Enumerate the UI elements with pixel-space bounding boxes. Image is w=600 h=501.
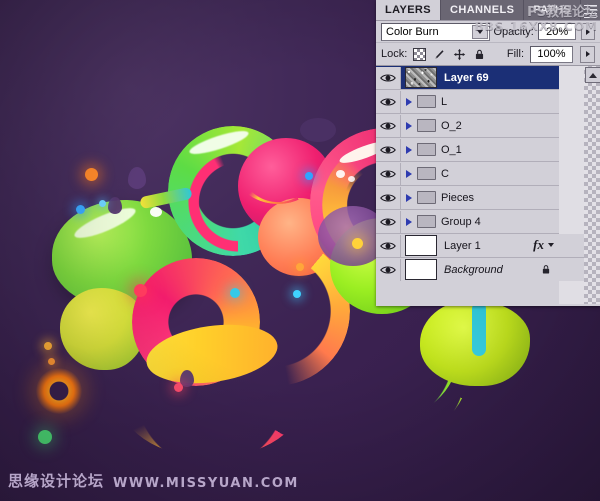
fill-label: Fill:	[506, 48, 524, 60]
expand-triangle-icon[interactable]	[401, 217, 417, 226]
layer-visibility-toggle[interactable]	[376, 186, 401, 209]
tab-channels[interactable]: CHANNELS	[441, 0, 525, 20]
tab-layers-label: LAYERS	[385, 4, 432, 16]
opacity-input[interactable]: 20%	[537, 23, 577, 40]
folder-icon	[417, 215, 436, 228]
blend-mode-select[interactable]: Color Burn	[381, 22, 490, 41]
opacity-value: 20%	[546, 25, 569, 38]
opacity-label: Opacity:	[493, 25, 534, 38]
layers-panel: LAYERS CHANNELS PATHS Color Burn Opacity…	[376, 0, 600, 306]
layer-name: Layer 1	[444, 239, 481, 252]
expand-triangle-icon[interactable]	[401, 193, 417, 202]
layer-name: Background	[444, 263, 503, 276]
layer-thumbnail[interactable]	[405, 67, 437, 88]
tab-channels-label: CHANNELS	[450, 4, 515, 16]
layer-visibility-toggle[interactable]	[376, 138, 401, 161]
layer-visibility-toggle[interactable]	[376, 90, 401, 113]
blend-opacity-row: Color Burn Opacity: 20%	[376, 21, 600, 43]
lock-position-icon[interactable]	[453, 48, 466, 61]
folder-icon	[417, 191, 436, 204]
layer-name: Layer 69	[444, 71, 489, 84]
table-row[interactable]: O_2	[376, 114, 559, 138]
lock-icon	[542, 264, 550, 273]
layer-list-scrollbar[interactable]	[584, 66, 600, 304]
screenshot-root: 思缘设计论坛 WWW.MISSYUAN.COM LAYERS CHANNELS …	[0, 0, 600, 501]
tab-paths-label: PATHS	[533, 4, 571, 16]
table-row[interactable]: L	[376, 90, 559, 114]
layer-name: O_1	[441, 143, 462, 156]
folder-icon	[417, 119, 436, 132]
folder-icon	[417, 167, 436, 180]
table-row[interactable]: C	[376, 162, 559, 186]
layer-visibility-toggle[interactable]	[376, 114, 401, 137]
layer-visibility-toggle[interactable]	[376, 210, 401, 233]
eye-visibility-icon	[380, 73, 396, 82]
tab-layers[interactable]: LAYERS	[376, 0, 442, 20]
layer-visibility-toggle[interactable]	[376, 258, 401, 281]
folder-icon	[417, 95, 436, 108]
layer-list[interactable]: Layer 69 L O_2 O_1 C Pieces Group 4 Laye…	[376, 66, 600, 304]
panel-menu-icon[interactable]	[584, 3, 597, 20]
table-row[interactable]: Layer 69	[376, 66, 559, 90]
eye-visibility-icon	[380, 145, 396, 154]
layer-name: Group 4	[441, 215, 481, 228]
layer-row-right-controls: fx	[533, 234, 559, 256]
eye-visibility-icon	[380, 121, 396, 130]
layer-visibility-toggle[interactable]	[376, 66, 401, 89]
lock-all-icon[interactable]	[473, 48, 486, 61]
layer-visibility-toggle[interactable]	[376, 234, 401, 257]
lock-label: Lock:	[381, 48, 408, 60]
layer-row-right-controls	[540, 258, 557, 280]
layer-name: O_2	[441, 119, 462, 132]
eye-visibility-icon	[380, 265, 396, 274]
table-row[interactable]: Pieces	[376, 186, 559, 210]
fill-input[interactable]: 100%	[530, 45, 573, 63]
layer-thumbnail[interactable]	[405, 235, 437, 256]
opacity-chevron-right-icon[interactable]	[581, 23, 595, 40]
layer-thumbnail[interactable]	[405, 259, 437, 280]
blend-mode-value: Color Burn	[386, 25, 439, 38]
expand-triangle-icon[interactable]	[401, 169, 417, 178]
layer-visibility-toggle[interactable]	[376, 162, 401, 185]
eye-visibility-icon	[380, 193, 396, 202]
lock-fill-row: Lock: Fill: 100%	[376, 43, 600, 66]
layer-effects-fx-icon[interactable]: fx	[533, 237, 544, 253]
eye-visibility-icon	[380, 241, 396, 250]
layer-name: C	[441, 167, 449, 180]
fill-value: 100%	[537, 48, 566, 60]
scroll-up-icon[interactable]	[585, 67, 600, 83]
eye-visibility-icon	[380, 217, 396, 226]
expand-triangle-icon[interactable]	[401, 145, 417, 154]
layer-name: L	[441, 95, 448, 108]
folder-icon	[417, 143, 436, 156]
table-row[interactable]: O_1	[376, 138, 559, 162]
table-row[interactable]: Background	[376, 258, 584, 281]
panel-tab-bar: LAYERS CHANNELS PATHS	[376, 0, 600, 21]
eye-visibility-icon	[380, 97, 396, 106]
expand-triangle-icon[interactable]	[401, 121, 417, 130]
lock-icon-group	[413, 47, 486, 61]
table-row[interactable]: Layer 1 fx	[376, 234, 584, 258]
expand-effects-chevron-down-icon[interactable]	[548, 243, 554, 247]
chevron-down-icon[interactable]	[471, 24, 488, 39]
layer-name: Pieces	[441, 191, 475, 204]
expand-triangle-icon[interactable]	[401, 97, 417, 106]
eye-visibility-icon	[380, 169, 396, 178]
lock-transparent-pixels-icon[interactable]	[413, 47, 427, 61]
fill-chevron-right-icon[interactable]	[580, 45, 595, 63]
tab-paths[interactable]: PATHS	[524, 0, 581, 20]
lock-image-pixels-icon[interactable]	[433, 48, 446, 61]
table-row[interactable]: Group 4	[376, 210, 559, 234]
